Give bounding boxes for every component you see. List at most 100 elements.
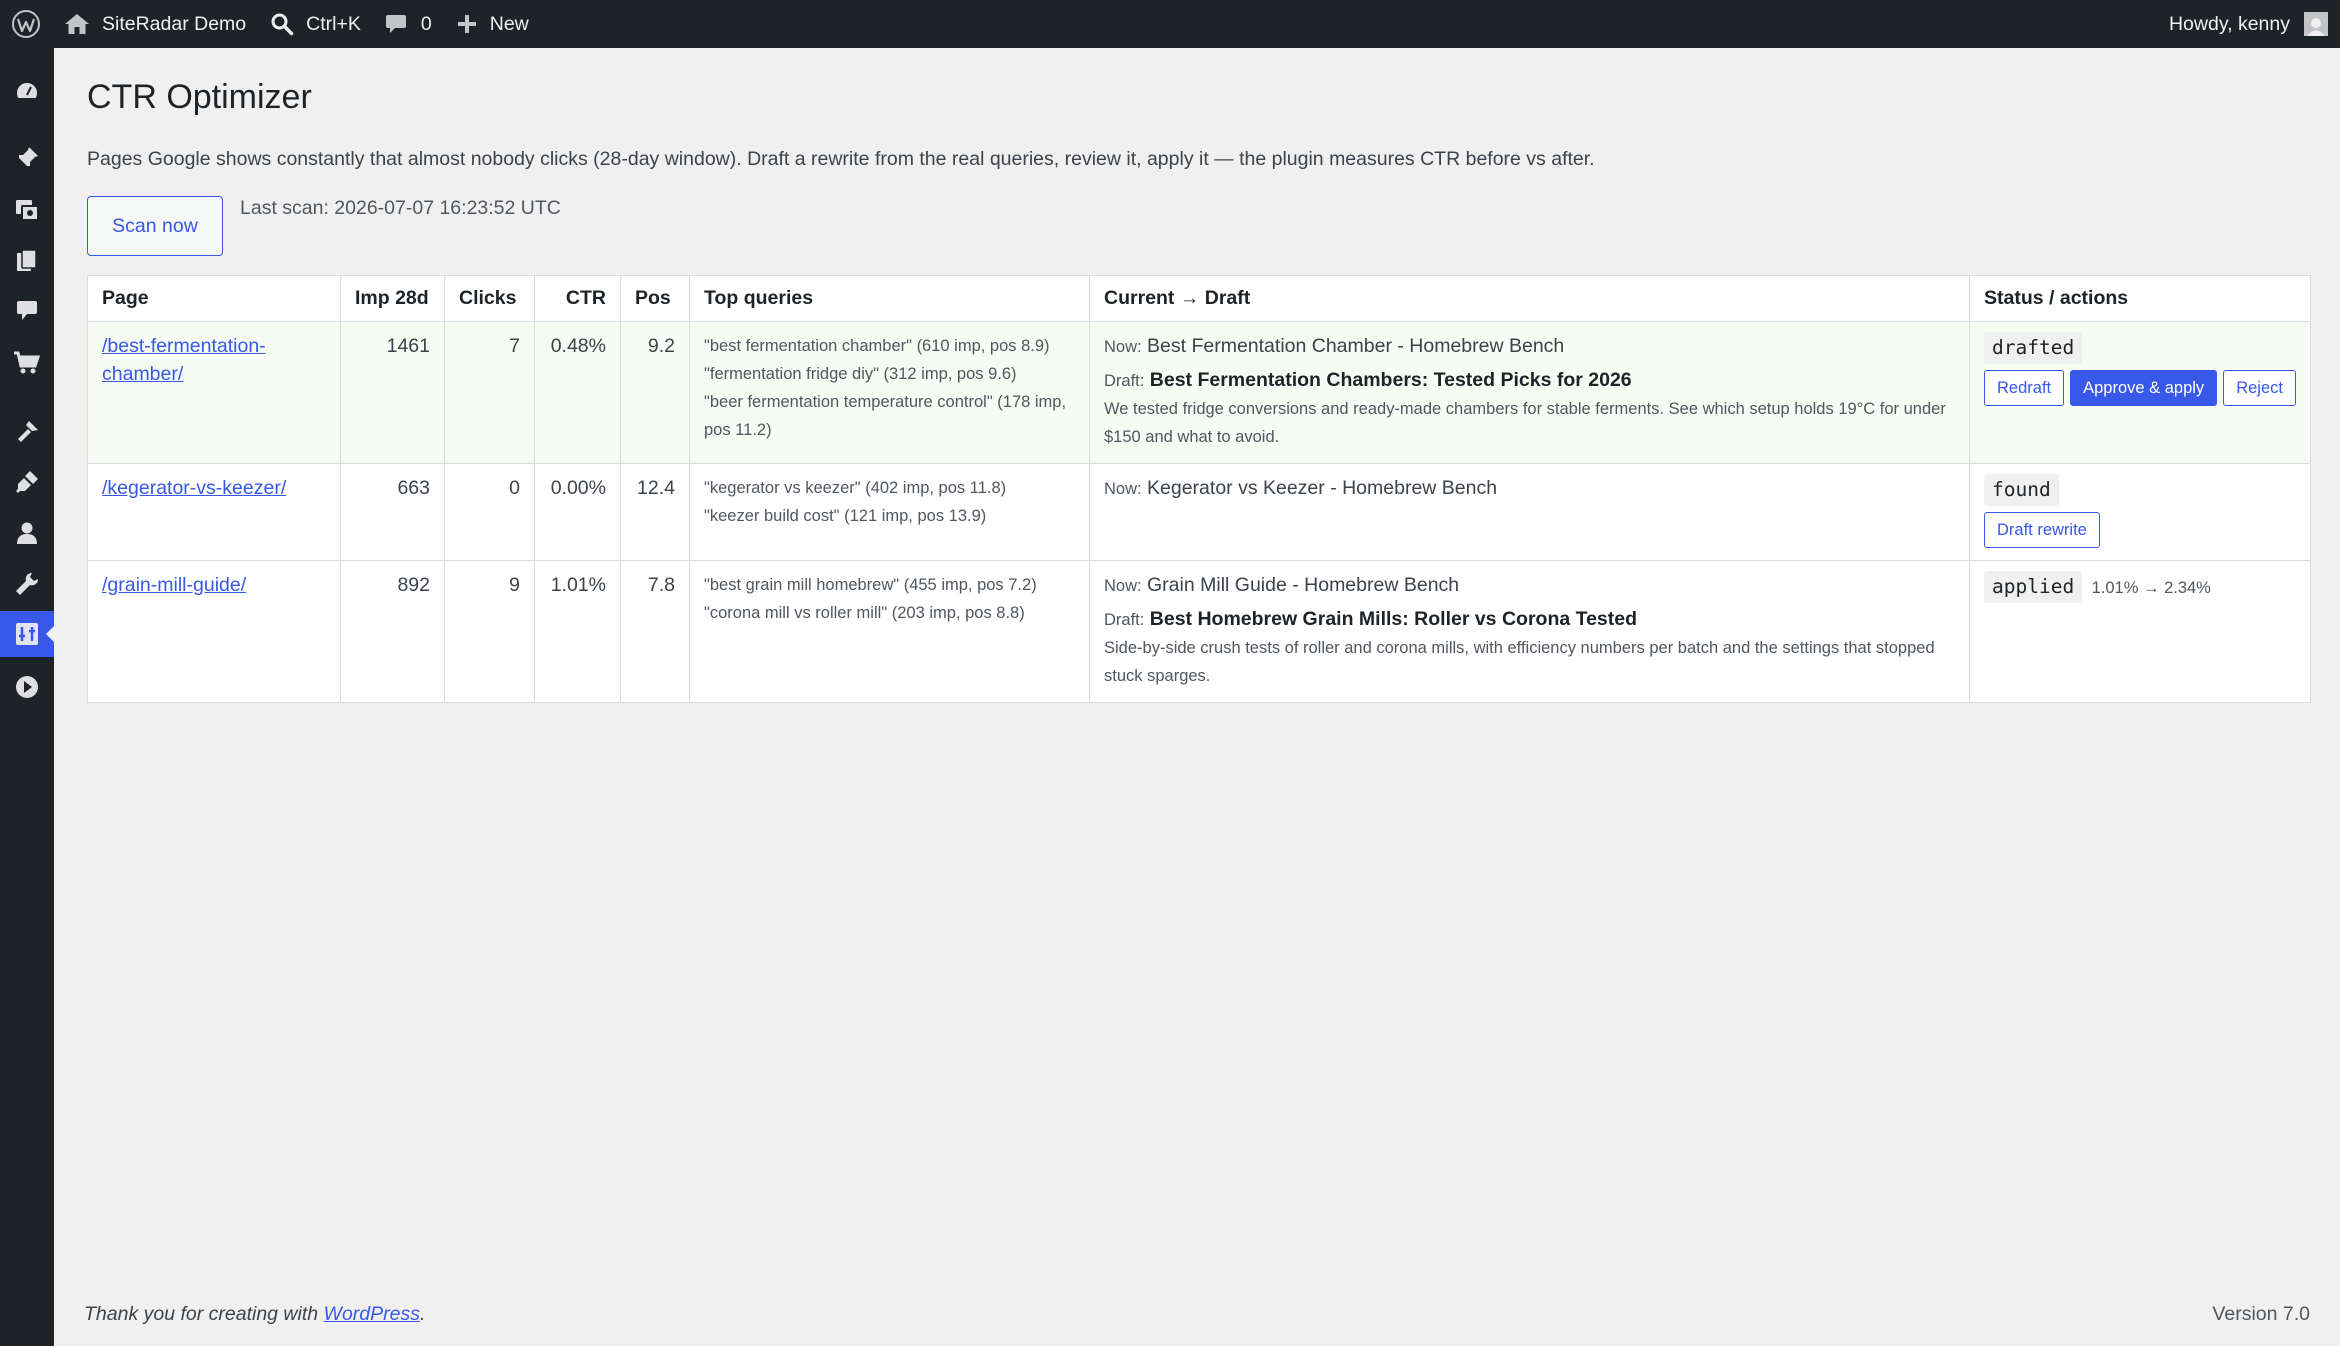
- page-description: Pages Google shows constantly that almos…: [87, 148, 1595, 170]
- reject-button[interactable]: Reject: [2223, 370, 2296, 406]
- site-name-label: SiteRadar Demo: [102, 12, 247, 35]
- current-draft-cell: Now: Best Fermentation Chamber - Homebre…: [1089, 321, 1970, 464]
- status-badge: applied: [1984, 571, 2083, 603]
- query-item: "kegerator vs keezer" (402 imp, pos 11.8…: [704, 479, 1007, 497]
- draft-title: Best Homebrew Grain Mills: Roller vs Cor…: [1149, 608, 1638, 630]
- query-item: "best fermentation chamber" (610 imp, po…: [704, 337, 1050, 355]
- queries-cell: "best grain mill homebrew" (455 imp, pos…: [689, 560, 1090, 703]
- draft-title: Best Fermentation Chambers: Tested Picks…: [1149, 369, 1632, 391]
- my-account-menu[interactable]: Howdy, kenny: [2169, 0, 2340, 48]
- table-header-row: Page Imp 28d Clicks CTR Pos Top queries …: [87, 275, 2311, 322]
- clicks-cell: 7: [444, 321, 535, 464]
- draft-label: Draft:: [1104, 372, 1145, 390]
- avatar: [2304, 12, 2328, 36]
- page-cell: /kegerator-vs-keezer/: [87, 463, 341, 561]
- play-icon[interactable]: [0, 664, 54, 710]
- comments-link[interactable]: 0: [373, 0, 444, 48]
- cart-icon[interactable]: [0, 340, 54, 386]
- queries-cell: "best fermentation chamber" (610 imp, po…: [689, 321, 1090, 464]
- col-header-pos[interactable]: Pos: [620, 275, 690, 322]
- ctr-delta: 1.01% → 2.34%: [2091, 579, 2211, 597]
- draft-label: Draft:: [1104, 611, 1145, 629]
- table-row: /grain-mill-guide/ 892 9 1.01% 7.8 "best…: [87, 560, 2311, 703]
- col-header-imp[interactable]: Imp 28d: [340, 275, 445, 322]
- query-item: "fermentation fridge diy" (312 imp, pos …: [704, 365, 1017, 383]
- tools-icon[interactable]: [0, 561, 54, 607]
- status-badge: found: [1984, 474, 2059, 506]
- draft-description: We tested fridge conversions and ready-m…: [1104, 400, 1946, 446]
- status-cell: applied 1.01% → 2.34%: [1969, 560, 2311, 703]
- admin-bar: SiteRadar Demo Ctrl+K 0 New Howdy, kenny: [0, 0, 2340, 48]
- pin-icon[interactable]: [0, 135, 54, 181]
- users-icon[interactable]: [0, 510, 54, 556]
- pages-icon[interactable]: [0, 238, 54, 284]
- col-header-current-draft: Current → Draft: [1089, 275, 1970, 322]
- page-cell: /best-fermentation-chamber/: [87, 321, 341, 464]
- query-item: "best grain mill homebrew" (455 imp, pos…: [704, 576, 1037, 594]
- footer-thanks: Thank you for creating with WordPress.: [84, 1303, 425, 1326]
- wordpress-link[interactable]: WordPress: [324, 1303, 420, 1325]
- search-icon: [271, 13, 294, 36]
- last-scan-text: Last scan: 2026-07-07 16:23:52 UTC: [240, 197, 561, 219]
- draft-description: Side-by-side crush tests of roller and c…: [1104, 639, 1935, 685]
- status-cell: found Draft rewrite: [1969, 463, 2311, 561]
- comments-icon[interactable]: [0, 288, 54, 334]
- page-cell: /grain-mill-guide/: [87, 560, 341, 703]
- approve-apply-button[interactable]: Approve & apply: [2070, 370, 2218, 406]
- redraft-button[interactable]: Redraft: [1984, 370, 2065, 406]
- col-header-ctr[interactable]: CTR: [534, 275, 621, 322]
- col-header-status: Status / actions: [1969, 275, 2311, 322]
- footer-thanks-prefix: Thank you for creating with: [84, 1303, 324, 1325]
- page-link[interactable]: /kegerator-vs-keezer/: [102, 477, 286, 499]
- footer-version: Version 7.0: [2212, 1303, 2310, 1325]
- search-shortcut-label: Ctrl+K: [306, 12, 361, 35]
- col-header-page[interactable]: Page: [87, 275, 341, 322]
- query-item: "keezer build cost" (121 imp, pos 13.9): [704, 507, 987, 525]
- ctr-cell: 1.01%: [534, 560, 621, 703]
- imp-cell: 663: [340, 463, 445, 561]
- page-link[interactable]: /grain-mill-guide/: [102, 574, 246, 596]
- home-icon: [65, 14, 89, 34]
- greeting: Howdy, kenny: [2168, 12, 2290, 35]
- current-draft-cell: Now: Grain Mill Guide - Homebrew Bench D…: [1089, 560, 1970, 703]
- status-badge: drafted: [1984, 332, 2083, 364]
- imp-cell: 1461: [340, 321, 445, 464]
- imp-cell: 892: [340, 560, 445, 703]
- ctr-table: Page Imp 28d Clicks CTR Pos Top queries …: [87, 275, 2311, 703]
- footer-thanks-suffix: .: [419, 1303, 426, 1325]
- pos-cell: 12.4: [620, 463, 690, 561]
- command-search-button[interactable]: Ctrl+K: [258, 0, 373, 48]
- wordpress-logo-icon[interactable]: [0, 0, 52, 48]
- dashboard-icon[interactable]: [0, 68, 54, 114]
- page-title: CTR Optimizer: [87, 78, 312, 116]
- settings-icon[interactable]: [0, 611, 54, 657]
- current-title: Grain Mill Guide - Homebrew Bench: [1147, 574, 1460, 596]
- ctr-cell: 0.48%: [534, 321, 621, 464]
- appearance-icon[interactable]: [0, 407, 54, 453]
- plus-icon: [457, 15, 476, 33]
- clicks-cell: 9: [444, 560, 535, 703]
- admin-side-menu: [0, 48, 54, 1346]
- scan-now-button[interactable]: Scan now: [87, 196, 223, 256]
- new-content-button[interactable]: New: [444, 0, 541, 48]
- page-link[interactable]: /best-fermentation-chamber/: [102, 335, 266, 385]
- table-row: /best-fermentation-chamber/ 1461 7 0.48%…: [87, 321, 2311, 464]
- col-header-clicks[interactable]: Clicks: [444, 275, 535, 322]
- current-draft-cell: Now: Kegerator vs Keezer - Homebrew Benc…: [1089, 463, 1970, 561]
- comments-count: 0: [420, 12, 432, 35]
- pos-cell: 9.2: [620, 321, 690, 464]
- current-title: Best Fermentation Chamber - Homebrew Ben…: [1147, 335, 1565, 357]
- now-label: Now:: [1104, 480, 1142, 498]
- now-label: Now:: [1104, 338, 1142, 356]
- status-cell: drafted Redraft Approve & apply Reject: [1969, 321, 2311, 464]
- ctr-cell: 0.00%: [534, 463, 621, 561]
- media-icon[interactable]: [0, 187, 54, 233]
- clicks-cell: 0: [444, 463, 535, 561]
- current-title: Kegerator vs Keezer - Homebrew Bench: [1147, 477, 1498, 499]
- site-name-link[interactable]: SiteRadar Demo: [52, 0, 258, 48]
- query-item: "corona mill vs roller mill" (203 imp, p…: [704, 604, 1025, 622]
- pos-cell: 7.8: [620, 560, 690, 703]
- comment-icon: [385, 15, 406, 33]
- draft-rewrite-button[interactable]: Draft rewrite: [1984, 512, 2100, 548]
- plugins-icon[interactable]: [0, 459, 54, 505]
